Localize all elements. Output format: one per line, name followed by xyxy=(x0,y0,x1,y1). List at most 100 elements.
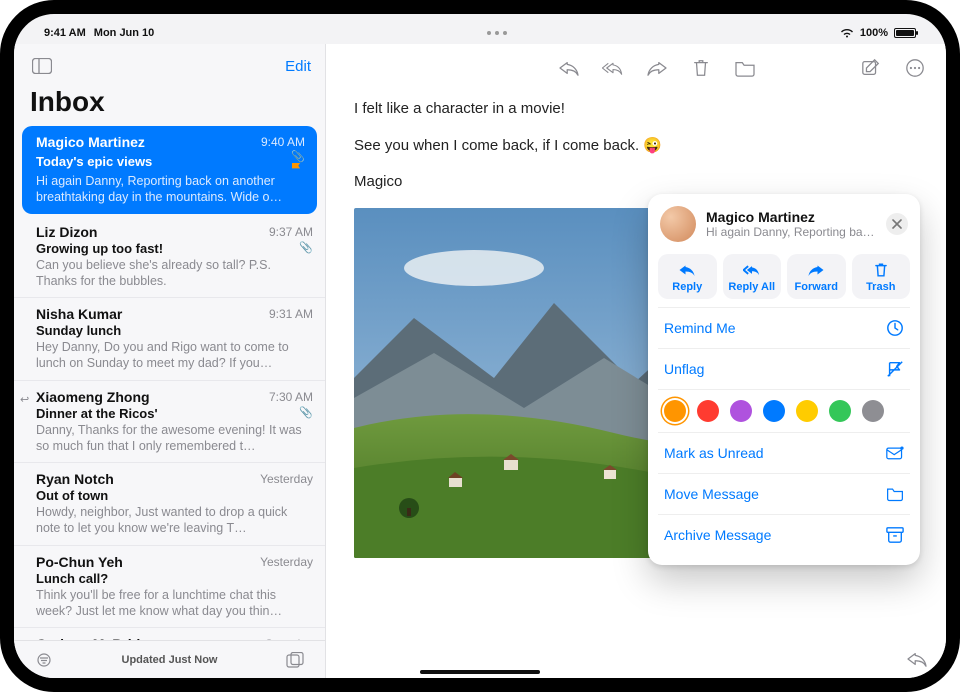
battery-icon xyxy=(894,28,916,38)
flag-color-dot[interactable] xyxy=(664,400,686,422)
reply-all-button[interactable]: Reply All xyxy=(723,254,782,299)
mark-unread-label: Mark as Unread xyxy=(664,445,764,461)
trash-icon[interactable] xyxy=(690,57,712,79)
sender: Nisha Kumar xyxy=(36,306,122,322)
envelope-dot-icon xyxy=(886,444,904,462)
action-popover: Magico Martinez Hi again Danny, Reportin… xyxy=(648,194,920,565)
preview: Danny, Thanks for the awesome evening! I… xyxy=(36,422,313,455)
reply-all-label: Reply All xyxy=(728,281,775,293)
subject: Sunday lunch xyxy=(36,323,121,338)
unflag-row[interactable]: Unflag xyxy=(658,348,910,389)
folder-icon[interactable] xyxy=(734,57,756,79)
close-icon[interactable] xyxy=(886,213,908,235)
subject: Dinner at the Ricos' xyxy=(36,406,158,421)
folder-move-icon xyxy=(886,485,904,503)
preview: Think you'll be free for a lunchtime cha… xyxy=(36,587,313,620)
time: Yesterday xyxy=(260,472,313,486)
sender: Xiaomeng Zhong xyxy=(36,389,150,405)
inbox-title: Inbox xyxy=(14,82,325,124)
sender: Magico Martinez xyxy=(36,134,145,150)
reply-button[interactable]: Reply xyxy=(658,254,717,299)
body-signoff: Magico xyxy=(354,171,918,194)
remind-me-row[interactable]: Remind Me xyxy=(658,307,910,348)
body-line-1: I felt like a character in a movie! xyxy=(354,98,918,121)
forward-icon[interactable] xyxy=(646,57,668,79)
preview: Hi again Danny, Reporting back on anothe… xyxy=(36,173,305,206)
status-time: 9:41 AM xyxy=(44,27,86,39)
avatar xyxy=(660,206,696,242)
unflag-label: Unflag xyxy=(664,361,704,377)
trash-button[interactable]: Trash xyxy=(852,254,911,299)
compose-alt-icon[interactable] xyxy=(281,648,309,672)
archive-row[interactable]: Archive Message xyxy=(658,514,910,555)
preview: Can you believe she's already so tall? P… xyxy=(36,257,313,290)
sender: Graham McBride xyxy=(36,636,148,640)
attachment-icon: 📎 xyxy=(299,406,313,419)
move-message-label: Move Message xyxy=(664,486,759,502)
message-list-item[interactable]: ↩︎Graham McBrideSaturday xyxy=(14,628,325,640)
time: Yesterday xyxy=(260,555,313,569)
detail-toolbar xyxy=(326,44,946,86)
trash-label: Trash xyxy=(866,281,895,293)
edit-button[interactable]: Edit xyxy=(285,58,311,75)
attachment-icon: 📎 xyxy=(291,150,305,172)
time: 9:31 AM xyxy=(269,307,313,321)
popover-sender: Magico Martinez xyxy=(706,209,876,225)
forward-button[interactable]: Forward xyxy=(787,254,846,299)
forward-label: Forward xyxy=(795,281,838,293)
flag-icon xyxy=(291,163,302,172)
replied-icon: ↩︎ xyxy=(20,393,29,406)
message-list-item[interactable]: ↩︎ Xiaomeng Zhong 7:30 AM Dinner at the Ric… xyxy=(14,381,325,464)
time: 9:40 AM xyxy=(261,135,305,149)
quick-reply-icon[interactable] xyxy=(906,648,928,670)
flag-color-dot[interactable] xyxy=(829,400,851,422)
flag-color-dot[interactable] xyxy=(796,400,818,422)
archive-label: Archive Message xyxy=(664,527,771,543)
attachment-icon: 📎 xyxy=(299,241,313,254)
reply-label: Reply xyxy=(672,281,702,293)
reply-all-icon[interactable] xyxy=(602,57,624,79)
message-detail: I felt like a character in a movie! See … xyxy=(326,44,946,678)
remind-me-label: Remind Me xyxy=(664,320,736,336)
flag-color-dot[interactable] xyxy=(697,400,719,422)
message-list-item[interactable]: ↩︎Ryan NotchYesterdayOut of town Howdy, … xyxy=(14,463,325,546)
flag-color-dot[interactable] xyxy=(763,400,785,422)
move-message-row[interactable]: Move Message xyxy=(658,473,910,514)
reply-icon[interactable] xyxy=(558,57,580,79)
status-bar: 9:41 AM Mon Jun 10 100% xyxy=(14,22,946,44)
message-list-item[interactable]: ↩︎Liz Dizon9:37 AMGrowing up too fast!📎 … xyxy=(14,216,325,299)
mark-unread-row[interactable]: Mark as Unread xyxy=(658,432,910,473)
message-list-item[interactable]: ↩︎Nisha Kumar9:31 AMSunday lunch Hey Dan… xyxy=(14,298,325,381)
filter-icon[interactable] xyxy=(30,648,58,672)
more-icon[interactable] xyxy=(904,57,926,79)
subject: Lunch call? xyxy=(36,571,108,586)
flag-color-dot[interactable] xyxy=(730,400,752,422)
compose-icon[interactable] xyxy=(860,57,882,79)
message-list-item[interactable]: ↩︎Po-Chun YehYesterdayLunch call? Think … xyxy=(14,546,325,629)
time: 7:30 AM xyxy=(269,390,313,404)
message-list-item[interactable]: ↩︎Magico Martinez9:40 AMToday's epic vie… xyxy=(22,126,317,214)
message-list: ↩︎ Magico Martinez 9:40 AM Today's epic vie… xyxy=(14,124,325,640)
battery-percent: 100% xyxy=(860,27,888,39)
flag-color-dot[interactable] xyxy=(862,400,884,422)
subject: Today's epic views xyxy=(36,154,152,169)
subject: Out of town xyxy=(36,488,108,503)
flag-color-row xyxy=(658,389,910,432)
preview: Howdy, neighbor, Just wanted to drop a q… xyxy=(36,504,313,537)
clock-icon xyxy=(886,319,904,337)
sync-status: Updated Just Now xyxy=(58,654,281,666)
time: Saturday xyxy=(265,637,313,640)
body-line-2: See you when I come back, if I come back… xyxy=(354,135,918,158)
sidebar-toggle-icon[interactable] xyxy=(28,54,56,78)
sender: Po-Chun Yeh xyxy=(36,554,123,570)
status-date: Mon Jun 10 xyxy=(94,27,155,39)
sender: Liz Dizon xyxy=(36,224,97,240)
sender: Ryan Notch xyxy=(36,471,114,487)
popover-preview: Hi again Danny, Reporting back o… xyxy=(706,225,876,239)
wifi-icon xyxy=(840,28,854,38)
archive-icon xyxy=(886,526,904,544)
home-indicator[interactable] xyxy=(420,670,540,674)
multitasking-dots[interactable] xyxy=(487,31,507,35)
flag-slash-icon xyxy=(886,360,904,378)
mail-sidebar: Edit Inbox ↩︎ Magico Martinez 9:40 AM Today… xyxy=(14,44,326,678)
